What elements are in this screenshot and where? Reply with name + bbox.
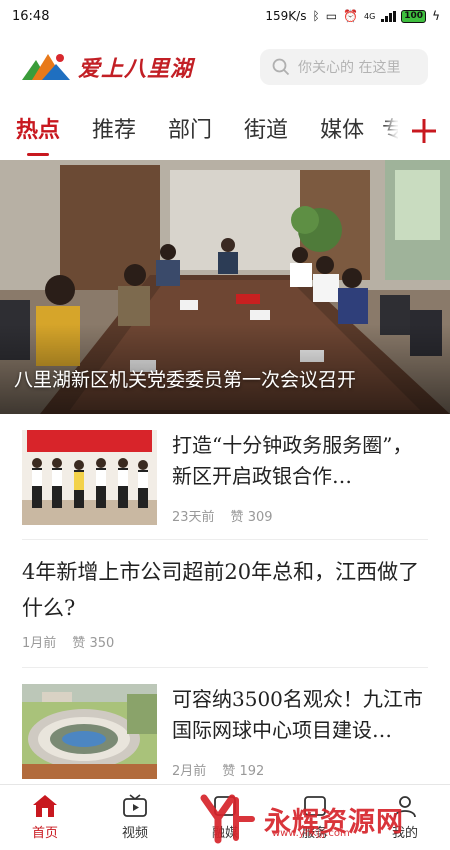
news-title: 4年新增上市公司超前20年总和，江西做了什么? xyxy=(22,560,420,620)
news-likes: 赞 350 xyxy=(72,632,114,651)
likes-label: 赞 xyxy=(72,636,86,651)
alarm-icon: ⏰ xyxy=(343,9,358,23)
nav-label: 视频 xyxy=(121,826,148,841)
battery-icon: 100 xyxy=(401,9,427,23)
news-item[interactable]: 可容纳3500名观众！九江市国际网球中心项目建设… 2月前 赞 192 xyxy=(22,668,428,793)
watermark-url: www.yhkjjj.com xyxy=(272,828,350,839)
status-bar: 16:48 159K/s ᛒ ▭ ⏰ 4G 100 ϟ xyxy=(0,0,450,32)
tab-recommend[interactable]: 推荐 xyxy=(92,102,136,160)
news-time: 23天前 xyxy=(172,510,215,525)
add-tab-button[interactable] xyxy=(398,102,450,160)
network-speed: 159K/s xyxy=(265,9,307,23)
news-body: 打造“十分钟政务服务圈”，新区开启政银合作… 23天前 赞 309 xyxy=(172,430,428,525)
likes-count: 350 xyxy=(89,636,115,651)
battery-level: 100 xyxy=(404,11,424,21)
news-time: 1月前 xyxy=(22,636,57,651)
watermark: 永辉资源网 www.yhkjjj.com xyxy=(196,794,404,844)
news-meta: 2月前 赞 192 xyxy=(172,760,428,779)
news-item[interactable]: 4年新增上市公司超前20年总和，江西做了什么? 1月前 赞 350 xyxy=(22,540,428,668)
likes-count: 192 xyxy=(239,764,265,779)
news-title: 打造“十分钟政务服务圈”，新区开启政银合作… xyxy=(172,433,413,488)
tab-hot[interactable]: 热点 xyxy=(16,102,60,160)
bluetooth-icon: ᛒ xyxy=(312,9,320,23)
news-thumbnail xyxy=(22,684,157,779)
home-icon xyxy=(33,795,57,817)
network-type: 4G xyxy=(363,11,376,21)
tab-departments[interactable]: 部门 xyxy=(168,102,212,160)
nav-home[interactable]: 首页 xyxy=(10,794,80,841)
category-tabs: 热点 推荐 部门 街道 媒体 专 xyxy=(0,102,450,160)
status-icons: 159K/s ᛒ ▭ ⏰ 4G 100 ϟ xyxy=(265,9,440,23)
news-thumbnail xyxy=(22,430,157,525)
likes-count: 309 xyxy=(247,510,273,525)
nav-video[interactable]: 视频 xyxy=(100,794,170,841)
watermark-logo-icon xyxy=(200,794,255,844)
news-likes: 赞 309 xyxy=(231,506,273,525)
tab-streets[interactable]: 街道 xyxy=(244,102,288,160)
news-meta: 23天前 赞 309 xyxy=(172,506,428,525)
news-item[interactable]: 打造“十分钟政务服务圈”，新区开启政银合作… 23天前 赞 309 xyxy=(22,414,428,540)
search-icon xyxy=(272,58,290,76)
app-header: 爱上八里湖 你关心的 在这里 xyxy=(0,32,450,102)
vibrate-icon: ▭ xyxy=(325,9,338,23)
signal-icon xyxy=(381,10,396,22)
hero-title: 八里湖新区机关党委委员第一次会议召开 xyxy=(14,369,357,391)
app-name: 爱上八里湖 xyxy=(78,56,194,82)
tv-icon xyxy=(123,794,147,817)
news-list: 打造“十分钟政务服务圈”，新区开启政银合作… 23天前 赞 309 4年新增上市… xyxy=(0,414,450,793)
likes-label: 赞 xyxy=(230,510,244,525)
charging-icon: ϟ xyxy=(432,9,440,23)
tab-media[interactable]: 媒体 xyxy=(320,102,364,160)
app-logo[interactable]: 爱上八里湖 xyxy=(22,50,193,84)
search-placeholder: 你关心的 在这里 xyxy=(298,60,401,76)
search-bar[interactable]: 你关心的 在这里 xyxy=(260,49,428,85)
logo-mountain-icon xyxy=(22,54,70,80)
hero-banner[interactable]: 八里湖新区机关党委委员第一次会议召开 xyxy=(0,160,450,414)
news-body: 可容纳3500名观众！九江市国际网球中心项目建设… 2月前 赞 192 xyxy=(172,684,428,779)
status-time: 16:48 xyxy=(12,8,50,24)
likes-label: 赞 xyxy=(222,764,236,779)
news-time: 2月前 xyxy=(172,764,207,779)
news-title: 可容纳3500名观众！九江市国际网球中心项目建设… xyxy=(172,687,423,742)
news-likes: 赞 192 xyxy=(222,760,264,779)
plus-icon xyxy=(412,119,436,143)
news-meta: 1月前 赞 350 xyxy=(22,632,428,651)
nav-label: 首页 xyxy=(31,826,58,841)
